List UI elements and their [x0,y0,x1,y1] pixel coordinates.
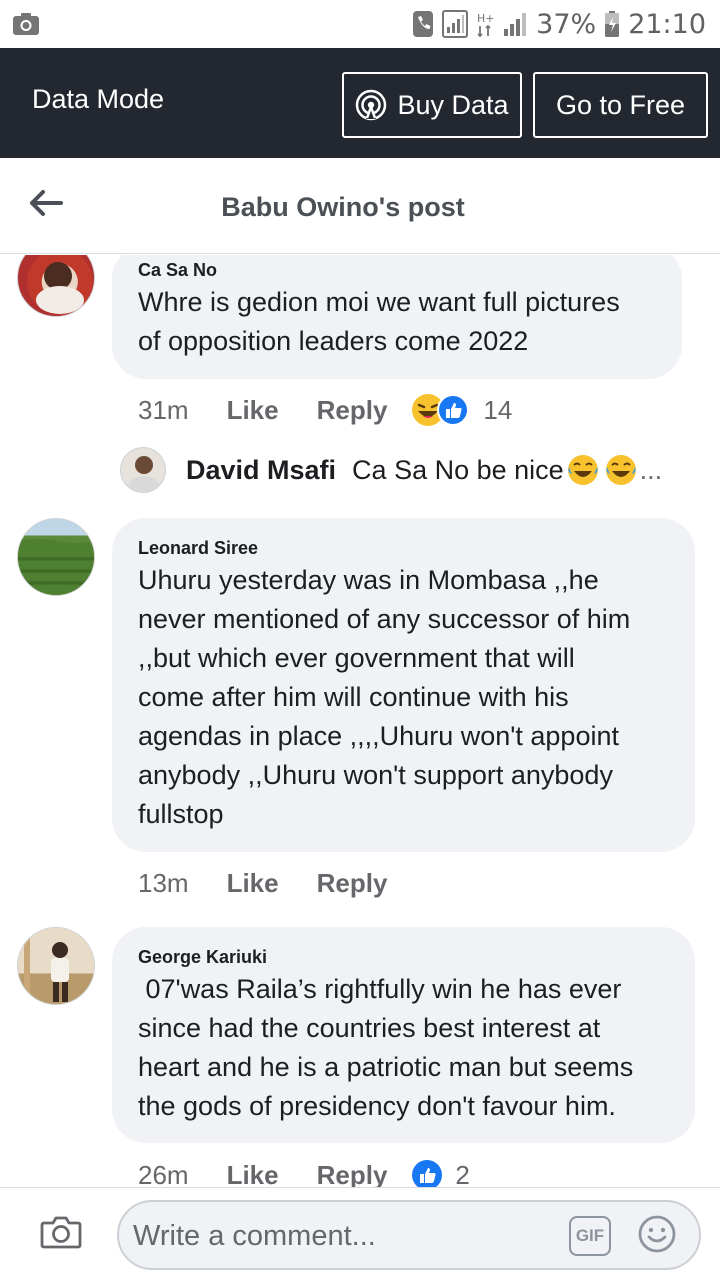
comment-time: 13m [138,867,189,898]
battery-percent: 37% [536,8,597,40]
clock: 21:10 [628,8,706,40]
like-reaction-icon [437,394,470,426]
comment-text-line: Whre is gedion moi we want full pictures [138,287,620,317]
comment-bubble[interactable]: George Kariuki 07'was Raila’s rightfully… [112,927,695,1143]
comment-meta: 26m Like Reply 2 [138,1158,470,1187]
camera-notification-icon [13,13,39,35]
reply-text: Ca Sa No be nice [352,454,564,485]
like-reaction-icon [412,1160,443,1187]
signal-icon-2 [504,13,527,36]
camera-icon[interactable] [40,1214,82,1250]
reply-author[interactable]: David Msafi [186,455,336,486]
comment-input-placeholder: Write a comment... [133,1220,376,1252]
gif-button[interactable]: GIF [569,1216,611,1256]
tears-of-joy-icon [567,455,598,485]
comment-bubble[interactable]: Ca Sa No Whre is gedion moi we want full… [112,255,682,379]
go-to-free-button[interactable]: Go to Free [533,72,708,138]
phone-icon [413,11,434,37]
avatar[interactable] [17,927,95,1005]
reply-button[interactable]: Reply [317,1160,388,1188]
broadcast-icon [356,89,387,121]
comment-text-line: 07'was Raila’s rightfully win he has eve… [138,974,622,1004]
comment-text-line: Uhuru yesterday was in Mombasa ,,he [138,565,599,595]
comment-meta: 13m Like Reply [138,866,387,900]
reaction-count[interactable]: 14 [483,395,512,426]
status-bar: H+ 37% 21:10 [0,0,720,48]
like-button[interactable]: Like [227,1160,279,1188]
comment-text-line: come after him will continue with his [138,682,569,712]
reaction-count[interactable]: 2 [455,1160,469,1188]
profile-photo-icon [128,456,160,492]
avatar[interactable] [17,255,95,317]
reply-button[interactable]: Reply [317,395,388,426]
comment-time: 31m [138,394,189,425]
post-title: Babu Owino's post [221,192,465,222]
comment-author[interactable]: George Kariuki [138,947,669,968]
avatar[interactable] [17,518,95,596]
reply-button[interactable]: Reply [317,868,388,899]
svg-text:H+: H+ [477,12,494,25]
comment-text-line: of opposition leaders come 2022 [138,326,529,356]
buy-data-button[interactable]: Buy Data [342,72,522,138]
comment-text-line: the gods of presidency don't favour him. [138,1091,616,1121]
comment-text-line: ,,but which ever government that will [138,643,575,673]
comment-author[interactable]: Leonard Siree [138,538,669,559]
comment-text-line: since had the countries best interest at [138,1013,601,1043]
reply-avatar[interactable] [120,447,166,493]
comment-input[interactable]: Write a comment... GIF [117,1200,701,1270]
data-mode-title: Data Mode [32,84,165,114]
profile-photo-icon [18,539,94,595]
comment-text-line: never mentioned of any successor of him [138,604,631,634]
like-button[interactable]: Like [227,868,279,899]
comments-list[interactable]: Ca Sa No Whre is gedion moi we want full… [0,255,720,1187]
emoji-icon[interactable] [637,1214,677,1254]
gif-label: GIF [575,1226,605,1245]
data-mode-bar: Data Mode Buy Data Go to Free [0,48,720,158]
comment-bubble[interactable]: Leonard Siree Uhuru yesterday was in Mom… [112,518,695,852]
reply-ellipsis: ... [639,454,663,485]
go-to-free-label: Go to Free [555,89,686,120]
reply-preview[interactable]: David Msafi Ca Sa No be nice ... [120,445,700,495]
tears-of-joy-icon [605,455,636,485]
network-type-icon: H+ [477,12,494,38]
buy-data-label: Buy Data [397,89,509,120]
profile-photo-icon [24,938,69,1002]
comment-text-line: anybody ,,Uhuru won't support anybody [138,760,613,790]
signal-icon-1 [442,10,469,38]
battery-icon [605,11,620,37]
comment-time: 26m [138,1159,189,1188]
comment-text-line: heart and he is a patriotic man but seem… [138,1052,634,1082]
comment-meta: 31m Like Reply 14 [138,393,512,427]
comment-text-line: agendas in place ,,,,Uhuru won't appoint [138,721,619,751]
like-button[interactable]: Like [227,395,279,426]
post-header: Babu Owino's post [0,158,720,254]
profile-photo-icon [36,262,84,314]
comment-text-line: fullstop [138,799,224,829]
comment-author[interactable]: Ca Sa No [138,260,656,281]
comment-composer: Write a comment... GIF [0,1187,720,1280]
